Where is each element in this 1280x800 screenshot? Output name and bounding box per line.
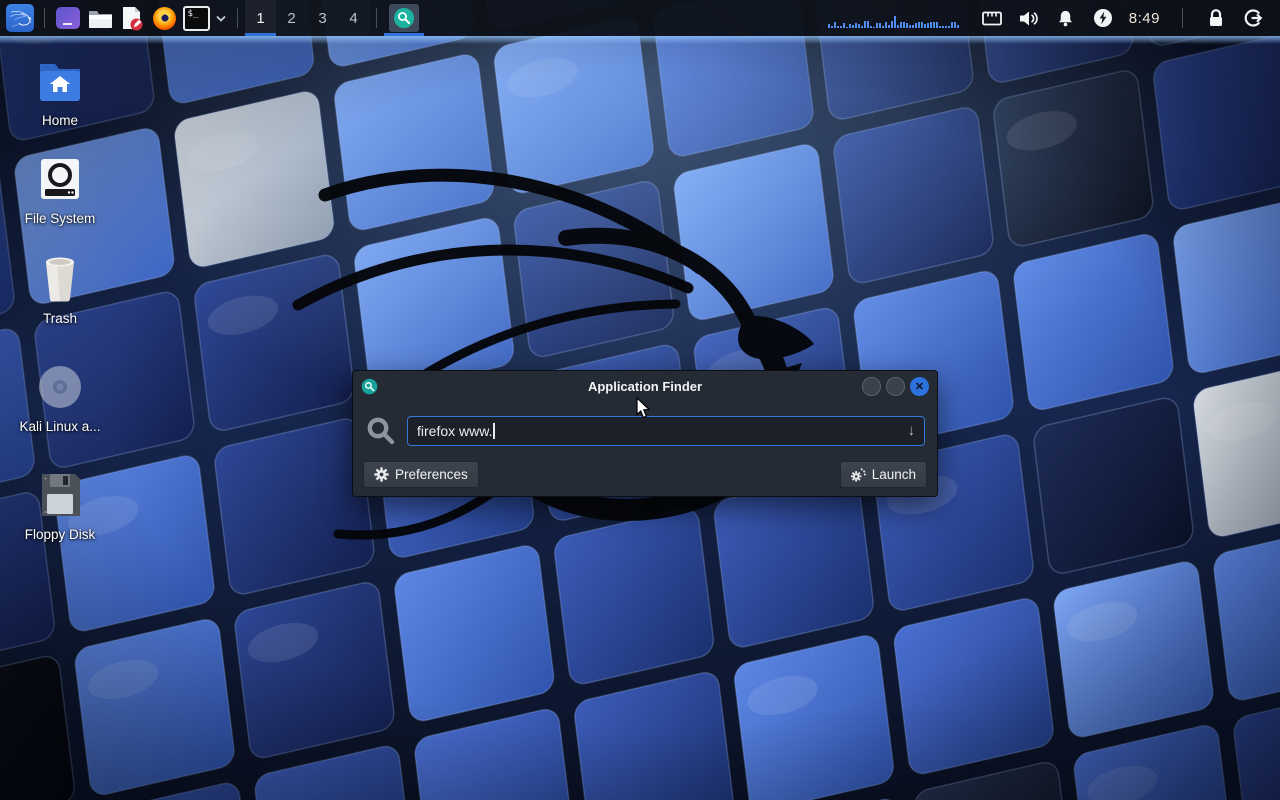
panel-separator: [376, 8, 377, 28]
desktop-icon-floppy-disk[interactable]: Floppy Disk: [6, 472, 114, 542]
dropdown-arrow-icon[interactable]: ↓: [908, 422, 916, 439]
launcher-file-manager[interactable]: [84, 0, 116, 36]
lock-icon: [1207, 8, 1225, 28]
speaker-icon: [1019, 10, 1039, 27]
lock-screen-button[interactable]: [1205, 6, 1227, 30]
desktop-icon-home[interactable]: Home: [6, 58, 114, 128]
preferences-button[interactable]: Preferences: [363, 461, 479, 488]
workspace-2[interactable]: 2: [276, 0, 307, 36]
trash-bin-icon: [39, 255, 81, 303]
launcher-terminal[interactable]: $_: [180, 0, 212, 36]
mouse-cursor: [636, 397, 651, 419]
terminal-dropdown-button[interactable]: [212, 0, 230, 36]
kali-logo-icon: [6, 4, 34, 32]
launch-button[interactable]: Launch: [840, 461, 927, 488]
top-panel: $_ 1 2 3 4: [0, 0, 1280, 36]
desktop-icon-label: Trash: [6, 311, 114, 326]
panel-separator: [237, 8, 238, 28]
taskbar-application-finder-button[interactable]: [384, 0, 424, 36]
workspace-3[interactable]: 3: [307, 0, 338, 36]
search-input-value: firefox www.: [417, 423, 492, 439]
launcher-appearance[interactable]: [52, 0, 84, 36]
application-finder-window: Application Finder ✕ firefox www. ↓: [352, 370, 938, 497]
close-button[interactable]: ✕: [910, 377, 929, 396]
preferences-label: Preferences: [395, 467, 468, 482]
power-bolt-icon: [1093, 8, 1113, 28]
clock[interactable]: 8:49: [1129, 10, 1160, 27]
applications-menu-button[interactable]: [3, 0, 37, 36]
search-icon: [365, 415, 396, 446]
launcher-firefox[interactable]: [148, 0, 180, 36]
desktop-icon-trash[interactable]: Trash: [6, 256, 114, 326]
logout-icon: [1243, 8, 1263, 28]
logout-button[interactable]: [1242, 6, 1264, 30]
minimize-button[interactable]: [862, 377, 881, 396]
launch-icon: [851, 467, 866, 482]
text-caret: [493, 423, 495, 439]
desktop-icon-label: Kali Linux a...: [6, 419, 114, 434]
panel-tray: 8:49: [828, 6, 1272, 30]
panel-separator: [1182, 8, 1183, 28]
desktop-icon-label: Floppy Disk: [6, 527, 114, 542]
launcher-text-editor[interactable]: [116, 0, 148, 36]
workspace-1[interactable]: 1: [245, 0, 276, 36]
folder-icon: [88, 8, 113, 29]
window-title: Application Finder: [353, 379, 937, 394]
notifications-tray-button[interactable]: [1055, 6, 1077, 30]
chevron-down-icon: [216, 15, 226, 22]
gear-icon: [374, 467, 389, 482]
home-folder-icon: [37, 61, 83, 101]
launch-label: Launch: [872, 467, 916, 482]
panel-separator: [44, 8, 45, 28]
ethernet-icon: [981, 9, 1003, 27]
maximize-button[interactable]: [886, 377, 905, 396]
window-app-icon: [56, 7, 80, 29]
hard-drive-icon: [38, 157, 82, 201]
bell-icon: [1056, 9, 1075, 28]
app-finder-icon: [392, 6, 416, 30]
document-edit-icon: [120, 6, 144, 31]
workspace-4[interactable]: 4: [338, 0, 369, 36]
network-tray-button[interactable]: [981, 6, 1003, 30]
desktop-icon-file-system[interactable]: File System: [6, 156, 114, 226]
power-manager-tray-button[interactable]: [1092, 6, 1114, 30]
desktop-root: $_ 1 2 3 4: [0, 0, 1280, 800]
floppy-disk-icon: [38, 472, 82, 518]
cpu-graph[interactable]: [828, 15, 966, 28]
desktop-icon-label: File System: [6, 211, 114, 226]
desktop-icon-kali-archive[interactable]: Kali Linux a...: [6, 364, 114, 434]
firefox-icon: [153, 7, 176, 30]
volume-tray-button[interactable]: [1018, 6, 1040, 30]
search-input[interactable]: firefox www. ↓: [407, 416, 925, 446]
desktop-icon-label: Home: [6, 113, 114, 128]
terminal-icon: $_: [183, 6, 210, 31]
disc-icon: [37, 364, 83, 410]
